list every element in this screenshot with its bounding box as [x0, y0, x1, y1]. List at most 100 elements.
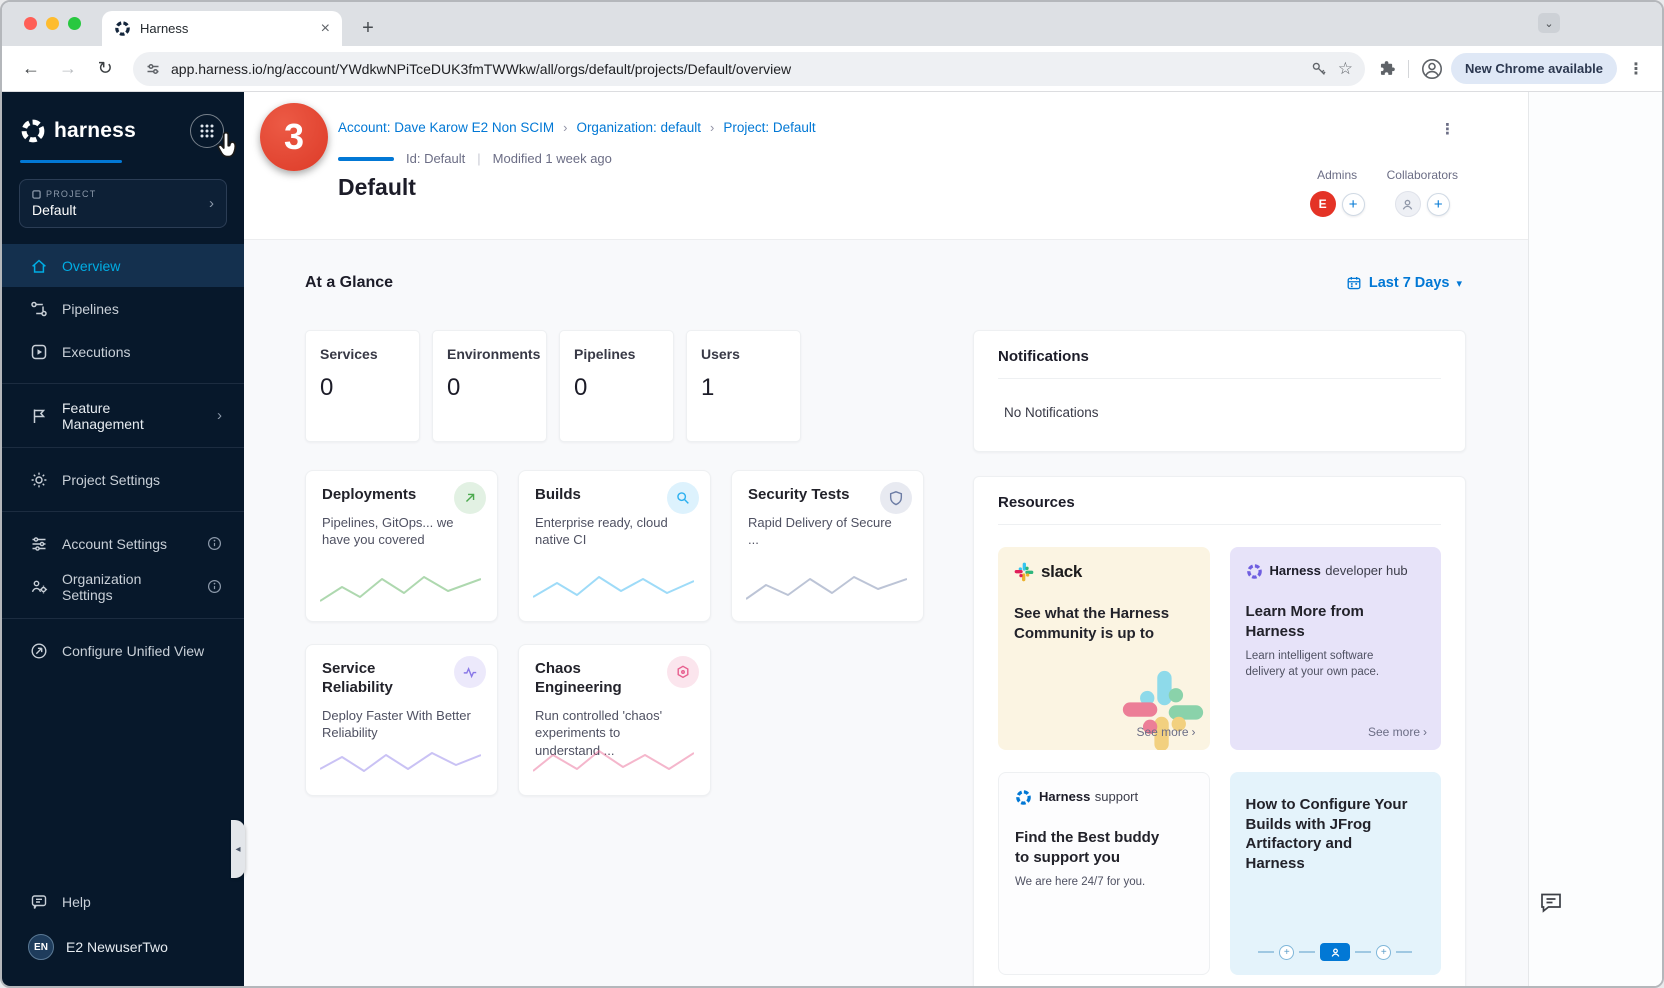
project-selector-value: Default — [32, 202, 209, 218]
harness-logo[interactable]: harness — [20, 118, 136, 144]
devhub-brand-prefix: Harness — [1270, 563, 1321, 578]
harness-favicon-icon — [114, 20, 131, 37]
chrome-update-pill[interactable]: New Chrome available — [1451, 53, 1617, 84]
collaborator-avatar[interactable] — [1395, 191, 1421, 217]
minimize-window-button[interactable] — [46, 17, 59, 30]
extensions-icon[interactable] — [1378, 59, 1397, 78]
logo-accent-line — [20, 160, 122, 163]
info-icon[interactable] — [207, 579, 222, 594]
module-card-security-tests[interactable]: Security Tests Rapid Delivery of Secure … — [731, 470, 924, 622]
project-id-row: Id: Default | Modified 1 week ago — [338, 151, 1458, 166]
pipeline-add-node-icon: + — [1279, 945, 1294, 960]
devhub-see-more-link[interactable]: See more› — [1368, 725, 1427, 739]
harness-support-logo-icon — [1015, 789, 1032, 806]
modified-timestamp: Modified 1 week ago — [493, 151, 612, 166]
slack-logo-icon — [1014, 562, 1034, 582]
sidebar-item-configure-unified-view[interactable]: Configure Unified View — [2, 629, 244, 672]
date-range-selector[interactable]: Last 7 Days ▾ — [1346, 275, 1462, 291]
project-selector[interactable]: PROJECT Default › — [19, 179, 227, 228]
stat-card-environments[interactable]: Environments 0 — [432, 330, 547, 442]
sidebar-item-executions[interactable]: Executions — [2, 330, 244, 373]
new-tab-button[interactable]: + — [354, 14, 382, 42]
forward-button[interactable]: → — [53, 54, 83, 84]
breadcrumb-org-link[interactable]: Organization: default — [576, 120, 701, 135]
profile-icon[interactable] — [1420, 57, 1444, 81]
info-icon[interactable] — [207, 536, 222, 551]
add-admin-button[interactable]: + — [1342, 193, 1365, 216]
browser-tab[interactable]: Harness × — [102, 11, 342, 46]
resource-card-jfrog[interactable]: How to Configure Your Builds with JFrog … — [1230, 772, 1442, 975]
window-controls — [24, 17, 81, 30]
notifications-empty-text: No Notifications — [1004, 405, 1441, 420]
user-avatar: EN — [28, 934, 54, 960]
slack-see-more-link[interactable]: See more› — [1136, 725, 1195, 739]
person-icon — [1330, 947, 1341, 958]
decorative-wave — [533, 745, 694, 783]
module-card-deployments[interactable]: Deployments Pipelines, GitOps... we have… — [305, 470, 498, 622]
decorative-wave — [320, 745, 481, 783]
hand-cursor-icon — [210, 130, 242, 162]
breadcrumb-project-link[interactable]: Project: Default — [723, 120, 815, 135]
url-text[interactable]: app.harness.io/ng/account/YWdkwNPiTceDUK… — [171, 61, 1300, 77]
sidebar-item-pipelines[interactable]: Pipelines — [2, 287, 244, 330]
zoom-window-button[interactable] — [68, 17, 81, 30]
bookmark-star-icon[interactable]: ☆ — [1338, 59, 1353, 79]
sidebar-item-overview[interactable]: Overview — [2, 244, 244, 287]
divider — [2, 618, 244, 619]
devhub-card-subtext: Learn intelligent software delivery at y… — [1246, 649, 1416, 680]
divider — [2, 511, 244, 512]
admins-label: Admins — [1317, 168, 1357, 182]
help-chat-icon — [30, 893, 48, 911]
at-a-glance-title: At a Glance — [305, 274, 393, 292]
chat-bubble-icon — [1538, 889, 1564, 915]
caret-down-icon: ▾ — [1456, 277, 1462, 290]
admin-avatar[interactable]: E — [1310, 191, 1336, 217]
support-brand-prefix: Harness — [1039, 789, 1090, 804]
pipeline-add-node-icon: + — [1376, 945, 1391, 960]
address-bar[interactable]: app.harness.io/ng/account/YWdkwNPiTceDUK… — [133, 52, 1365, 86]
sidebar-item-feature-management[interactable]: Feature Management › — [2, 394, 244, 437]
service-reliability-icon — [454, 656, 486, 688]
tab-strip: Harness × + ⌄ — [2, 2, 1662, 46]
sidebar-item-account-settings[interactable]: Account Settings — [2, 522, 244, 565]
resources-panel: Resources — [973, 476, 1466, 987]
reload-button[interactable]: ↻ — [90, 54, 120, 84]
progress-accent-bar — [338, 157, 394, 161]
chrome-menu-icon[interactable]: ⋮ — [1624, 59, 1648, 79]
sidebar-item-organization-settings[interactable]: Organization Settings — [2, 565, 244, 608]
resource-card-developer-hub[interactable]: Harness developer hub Learn More from Ha… — [1230, 547, 1442, 750]
collaborators-label: Collaborators — [1387, 168, 1458, 182]
tab-overflow-button[interactable]: ⌄ — [1538, 13, 1560, 33]
tab-close-icon[interactable]: × — [321, 21, 330, 37]
resource-card-slack[interactable]: slack See what the Harness Community is … — [998, 547, 1210, 750]
security-shield-icon — [880, 482, 912, 514]
module-card-chaos-engineering[interactable]: Chaos Engineering Run controlled 'chaos'… — [518, 644, 711, 796]
chevron-right-icon: › — [217, 407, 222, 424]
stat-card-pipelines[interactable]: Pipelines 0 — [559, 330, 674, 442]
resource-card-support[interactable]: Harness support Find the Best buddy to s… — [998, 772, 1210, 975]
collaborators-group: Collaborators + — [1387, 168, 1458, 217]
add-collaborator-button[interactable]: + — [1427, 193, 1450, 216]
deployments-icon — [454, 482, 486, 514]
back-button[interactable]: ← — [16, 54, 46, 84]
pipeline-stage-node — [1320, 943, 1350, 961]
stat-card-services[interactable]: Services 0 — [305, 330, 420, 442]
page-options-kebab-icon[interactable]: ⋮ — [1440, 120, 1456, 138]
decorative-wave — [320, 571, 481, 609]
module-card-service-reliability[interactable]: Service Reliability Deploy Faster With B… — [305, 644, 498, 796]
sidebar-collapse-handle[interactable]: ◂ — [231, 820, 245, 878]
pipelines-icon — [30, 300, 48, 318]
stat-card-users[interactable]: Users 1 — [686, 330, 801, 442]
devhub-card-heading: Learn More from Harness — [1246, 602, 1386, 641]
sidebar-item-project-settings[interactable]: Project Settings — [2, 458, 244, 501]
support-card-heading: Find the Best buddy to support you — [1015, 828, 1175, 867]
password-key-icon[interactable] — [1310, 60, 1328, 78]
user-profile[interactable]: EN E2 NewuserTwo — [2, 923, 244, 971]
notifications-title: Notifications — [998, 348, 1441, 379]
close-window-button[interactable] — [24, 17, 37, 30]
site-settings-icon[interactable] — [145, 61, 161, 77]
module-card-builds[interactable]: Builds Enterprise ready, cloud native CI — [518, 470, 711, 622]
sidebar-item-help[interactable]: Help — [2, 880, 244, 923]
help-chat-button[interactable] — [1538, 889, 1564, 915]
breadcrumb-account-link[interactable]: Account: Dave Karow E2 Non SCIM — [338, 120, 554, 135]
